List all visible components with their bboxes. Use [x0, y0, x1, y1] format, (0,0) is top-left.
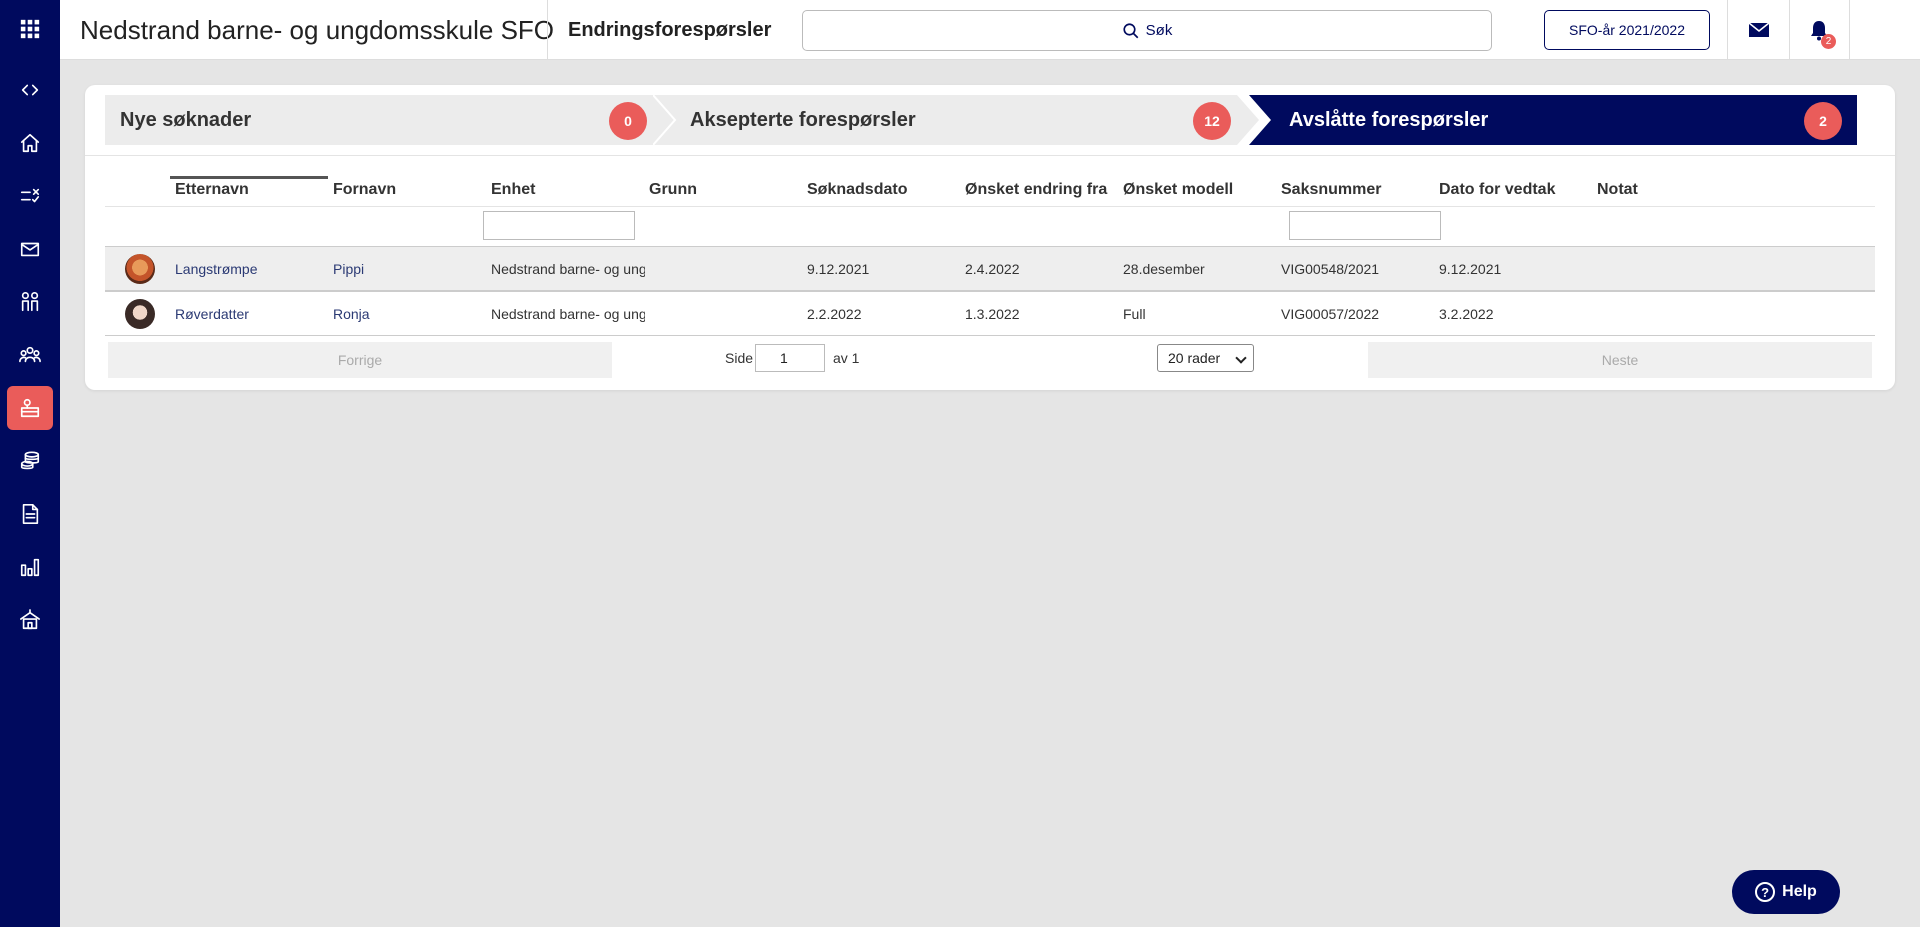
school-icon — [20, 609, 40, 630]
sidebar-item-sfo[interactable] — [7, 386, 53, 430]
sidebar-item-documents[interactable] — [7, 492, 53, 536]
question-icon: ? — [1755, 882, 1776, 902]
groups-icon — [19, 346, 41, 363]
app-title: Nedstrand barne- og ungdomsskule SFO — [80, 15, 555, 45]
header-divider — [105, 206, 1875, 207]
cell-onsket-modell: 28.desember — [1123, 261, 1205, 277]
search-input[interactable]: Søk — [802, 10, 1492, 51]
notification-badge: 2 — [1821, 34, 1836, 49]
step-count-badge: 0 — [609, 102, 647, 140]
sidebar-item-children[interactable] — [7, 280, 53, 324]
sidebar-item-groups[interactable] — [7, 333, 53, 377]
table-row[interactable]: Røverdatter Ronja Nedstrand barne- og un… — [105, 291, 1875, 336]
search-icon — [1123, 22, 1138, 38]
search-label: Søk — [1145, 22, 1173, 39]
step-label: Avslåtte forespørsler — [1289, 109, 1489, 131]
step-count-badge: 2 — [1804, 102, 1842, 140]
step-label: Nye søknader — [120, 109, 252, 131]
header-divider — [547, 0, 548, 60]
tab-new-applications[interactable]: Nye søknader 0 — [105, 95, 675, 145]
tab-rejected-requests[interactable]: Avslåtte forespørsler 2 — [1249, 95, 1857, 145]
pagination: Forrige Side 1 av 1 20 rader Neste — [105, 336, 1875, 381]
apps-grid-icon[interactable] — [7, 7, 53, 51]
step-label: Aksepterte forespørsler — [690, 109, 916, 131]
cell-etternavn[interactable]: Røverdatter — [175, 292, 325, 337]
sidebar-item-statistics[interactable] — [7, 545, 53, 589]
rows-per-page-select[interactable]: 20 rader — [1157, 344, 1254, 372]
mail-icon — [20, 242, 40, 257]
column-header-notat[interactable]: Notat — [1597, 181, 1638, 199]
children-icon — [21, 292, 39, 312]
sidebar-item-school[interactable] — [7, 598, 53, 642]
page-number-input[interactable]: 1 — [755, 344, 825, 372]
cell-saksnummer: VIG00057/2022 — [1281, 306, 1380, 322]
sfo-icon — [20, 398, 40, 418]
tab-accepted-requests[interactable]: Aksepterte forespørsler 12 — [653, 95, 1259, 145]
table-row[interactable]: Langstrømpe Pippi Nedstrand barne- og un… — [105, 246, 1875, 291]
status-steps: Nye søknader 0 Aksepterte forespørsler 1… — [105, 95, 1857, 145]
messages-button[interactable] — [1729, 0, 1789, 60]
cell-notat — [1597, 247, 1747, 292]
divider — [85, 155, 1895, 156]
cell-onsket-endring-fra: 1.3.2022 — [965, 306, 1020, 322]
cell-dato-for-vedtak: 9.12.2021 — [1439, 261, 1502, 277]
chevron-down-icon — [1235, 352, 1247, 364]
cell-onsket-modell: Full — [1123, 306, 1146, 322]
cell-soknadsdato: 9.12.2021 — [807, 261, 870, 277]
column-header-onsket-modell[interactable]: Ønsket modell — [1123, 181, 1233, 199]
envelope-icon — [1748, 22, 1770, 37]
step-count-badge: 12 — [1193, 102, 1231, 140]
filter-enhet-input[interactable] — [483, 211, 635, 240]
rows-per-page-value: 20 rader — [1168, 350, 1221, 366]
next-page-button[interactable]: Neste — [1368, 342, 1872, 378]
cell-etternavn[interactable]: Langstrømpe — [175, 247, 325, 292]
sidebar-item-home[interactable] — [7, 121, 53, 165]
cell-grunn — [649, 292, 799, 337]
column-header-dato-for-vedtak[interactable]: Dato for vedtak — [1439, 181, 1555, 199]
cell-enhet: Nedstrand barne- og ungdomsskule SFO — [491, 261, 645, 277]
page-label: Side — [725, 350, 754, 366]
help-label: Help — [1782, 883, 1817, 900]
top-header: Nedstrand barne- og ungdomsskule SFO End… — [60, 0, 1920, 60]
sort-indicator — [170, 176, 328, 179]
cell-dato-for-vedtak: 3.2.2022 — [1439, 306, 1494, 322]
column-header-fornavn[interactable]: Fornavn — [333, 181, 396, 199]
page-title: Endringsforespørsler — [568, 19, 772, 41]
child-avatar — [125, 254, 155, 284]
column-header-grunn[interactable]: Grunn — [649, 181, 697, 199]
column-header-onsket-endring-fra[interactable]: Ønsket endring fra — [965, 181, 1107, 199]
cell-saksnummer: VIG00548/2021 — [1281, 261, 1380, 277]
header-divider — [1849, 0, 1850, 60]
child-avatar — [125, 299, 155, 329]
cell-onsket-endring-fra: 2.4.2022 — [965, 261, 1020, 277]
cell-notat — [1597, 292, 1747, 337]
requests-card: Nye søknader 0 Aksepterte forespørsler 1… — [85, 85, 1895, 390]
sidebar-item-payments[interactable] — [7, 439, 53, 483]
school-year-button[interactable]: SFO-år 2021/2022 — [1544, 10, 1710, 50]
payments-icon — [20, 451, 40, 470]
previous-page-button[interactable]: Forrige — [108, 342, 612, 378]
column-header-etternavn[interactable]: Etternavn — [175, 181, 249, 199]
sidebar-item-tasks[interactable] — [7, 174, 53, 218]
filter-saksnummer-input[interactable] — [1289, 211, 1441, 240]
cell-fornavn[interactable]: Ronja — [333, 292, 483, 337]
cell-fornavn[interactable]: Pippi — [333, 247, 483, 292]
sidebar-item-mail[interactable] — [7, 227, 53, 271]
header-divider — [1727, 0, 1728, 60]
expand-collapse-icon[interactable] — [7, 68, 53, 112]
column-header-enhet[interactable]: Enhet — [491, 181, 535, 199]
page-count: av 1 — [833, 350, 860, 366]
column-header-saksnummer[interactable]: Saksnummer — [1281, 181, 1382, 199]
cell-soknadsdato: 2.2.2022 — [807, 306, 862, 322]
tasks-icon — [20, 188, 40, 203]
cell-enhet: Nedstrand barne- og ungdomsskule SFO — [491, 306, 645, 322]
cell-grunn — [649, 247, 799, 292]
notifications-button[interactable]: 2 — [1789, 0, 1849, 60]
sidebar — [0, 0, 60, 927]
document-icon — [22, 504, 39, 524]
column-header-soknadsdato[interactable]: Søknadsdato — [807, 181, 907, 199]
help-button[interactable]: ? Help — [1732, 870, 1840, 914]
statistics-icon — [20, 558, 40, 577]
home-icon — [20, 133, 40, 153]
